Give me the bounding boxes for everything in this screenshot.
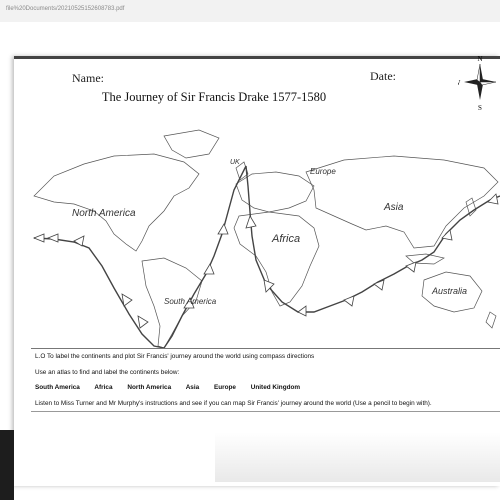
learning-objective: L.O To label the continents and plot Sir… (35, 353, 315, 360)
japan-outline (465, 197, 477, 217)
name-label: Name: (72, 71, 104, 85)
continent-item: Asia (185, 384, 200, 391)
label-asia: Asia (383, 202, 404, 213)
continent-item: Africa (94, 384, 113, 391)
file-path: file%20Documents/20210525152608783.pdf (6, 6, 125, 12)
worksheet-page: Name: Date: The Journey of Sir Francis D… (14, 55, 500, 486)
journey-route (33, 165, 500, 349)
compass-w: W (458, 79, 461, 87)
date-label: Date: (370, 69, 396, 83)
world-map: North America South America UK Europe Af… (32, 129, 500, 349)
atlas-instruction: Use an atlas to find and label the conti… (35, 369, 180, 376)
compass-s: S (478, 104, 482, 112)
task-instruction: Listen to Miss Turner and Mr Murphy's in… (35, 400, 432, 407)
continent-outlines (33, 129, 499, 349)
worksheet-title: The Journey of Sir Francis Drake 1577-15… (101, 90, 327, 104)
continent-item: North America (127, 384, 172, 391)
indonesia-outline (405, 253, 445, 265)
continent-item: Europe (213, 384, 236, 391)
viewer-background (0, 430, 14, 500)
label-south-america: South America (164, 297, 217, 306)
page-shadow (215, 432, 500, 482)
north-america-outline (33, 153, 200, 252)
compass-rose-icon: N S W E (458, 55, 500, 112)
instructions-box: L.O To label the continents and plot Sir… (31, 348, 500, 412)
document-viewer[interactable]: Name: Date: The Journey of Sir Francis D… (0, 22, 500, 500)
continent-list: South America Africa North America Asia … (35, 384, 313, 391)
label-uk: UK (230, 159, 240, 166)
label-north-america: North America (72, 208, 136, 219)
compass-n: N (477, 55, 482, 63)
label-africa: Africa (271, 233, 300, 245)
label-australia: Australia (431, 286, 467, 296)
page-edge (14, 56, 500, 59)
viewer-toolbar: file%20Documents/20210525152608783.pdf (0, 0, 500, 23)
continent-item: South America (35, 384, 80, 391)
continent-item: United Kingdom (250, 384, 301, 391)
new-zealand-outline (485, 311, 497, 329)
label-europe: Europe (310, 167, 336, 176)
greenland-outline (163, 129, 220, 159)
